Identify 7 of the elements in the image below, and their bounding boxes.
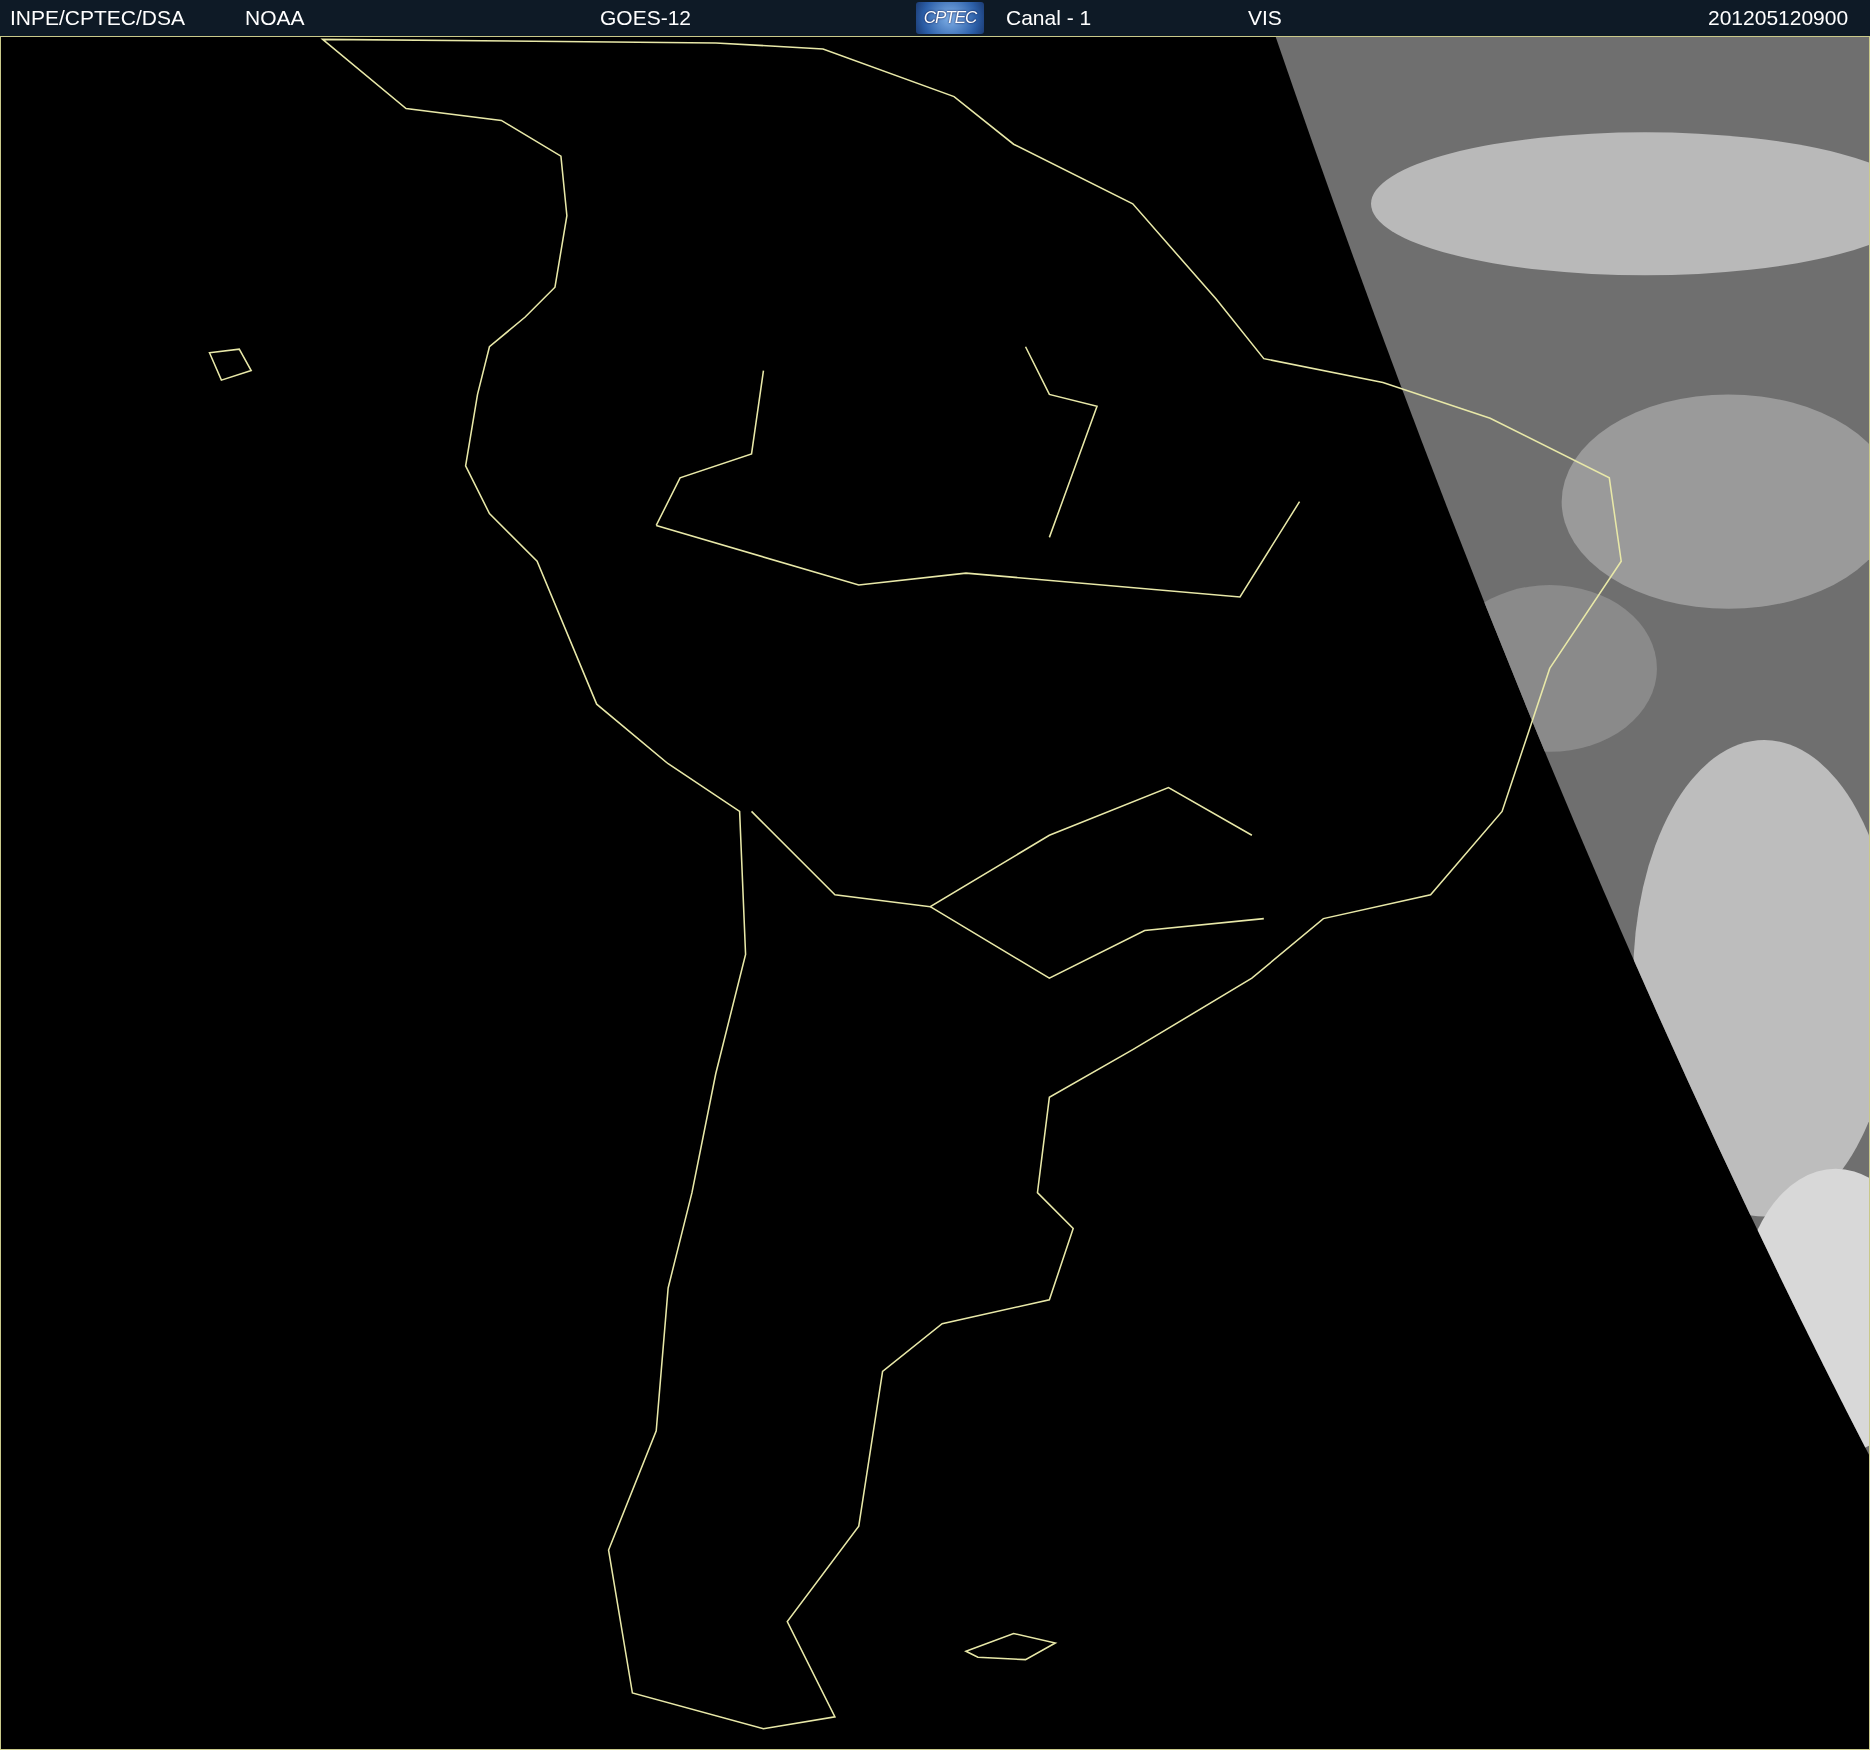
header-label: INPE/CPTEC/DSA	[10, 6, 187, 30]
header-label: NOAA	[245, 6, 306, 30]
header-label: GOES-12	[600, 6, 693, 30]
header-label: VIS	[1248, 6, 1283, 30]
header-label: Canal - 1	[1006, 6, 1093, 30]
logo: CPTEC	[916, 2, 984, 34]
timestamp: 201205120900	[1708, 6, 1849, 30]
